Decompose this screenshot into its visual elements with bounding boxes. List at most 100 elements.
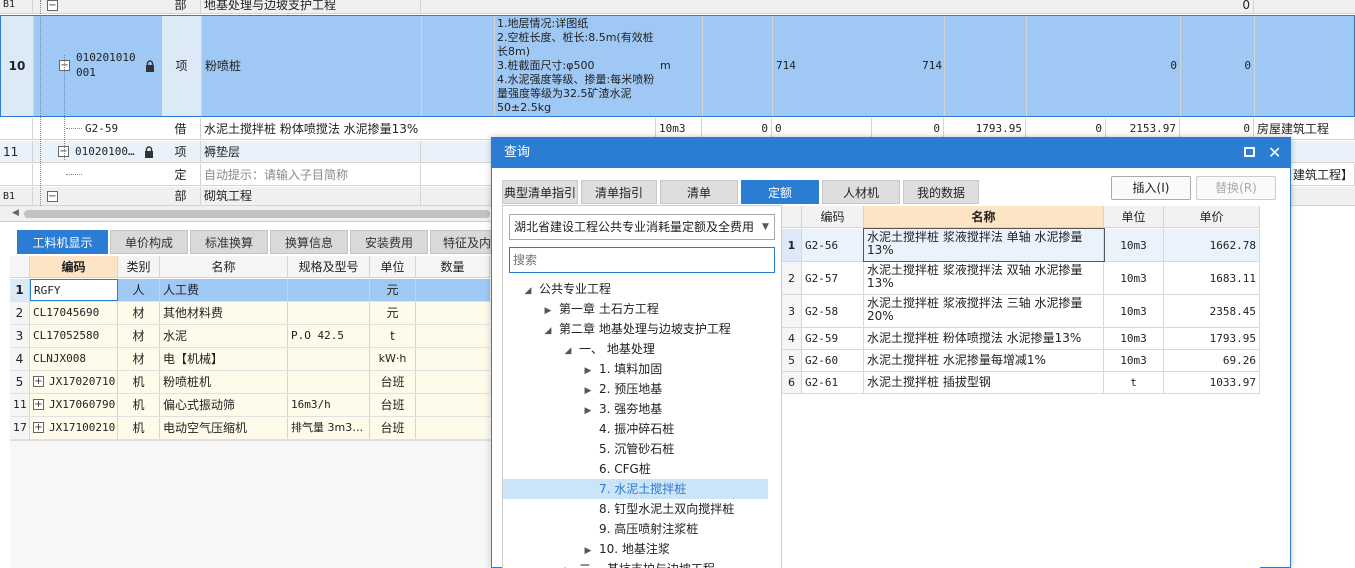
collapse-icon[interactable]: − (47, 0, 58, 11)
tree-node[interactable]: ▶ 1. 填料加固 (521, 359, 786, 379)
row-name: 地基处理与边坡支护工程 (201, 0, 421, 14)
row-code: CL17052580 (30, 325, 118, 347)
expand-icon[interactable]: + (33, 376, 44, 387)
tree-node[interactable]: ▶ 10. 地基注浆 (521, 539, 786, 559)
tab-standard-conversion[interactable]: 标准换算 (190, 230, 268, 254)
row-type: 借 (161, 118, 201, 140)
row-value: 0 (1027, 16, 1181, 116)
tree-collapse-icon[interactable]: ◢ (521, 281, 535, 301)
tab-features[interactable]: 特征及内 (430, 230, 492, 254)
row-name: 其他材料费 (160, 302, 288, 324)
row-type: 部 (161, 0, 201, 14)
horizontal-scrollbar[interactable]: ◀ (0, 206, 490, 222)
row-name[interactable]: 褥垫层 (201, 141, 421, 163)
table-row[interactable]: 11 + JX17060790 机 偏心式振动筛 16m3/h 台班 (10, 394, 490, 417)
table-row-selected[interactable]: 1 RGFY 人 人工费 元 (10, 279, 490, 302)
scrollbar-thumb[interactable] (24, 210, 490, 218)
header-code: 编码 (802, 206, 864, 228)
tree-node[interactable]: ▶ 第一章 土石方工程 (521, 299, 786, 319)
quota-library-select[interactable]: 湖北省建设工程公共专业消耗量定额及全费用基 ▼ (509, 214, 775, 240)
tree-collapse-icon[interactable]: ◢ (561, 341, 575, 361)
dialog-titlebar[interactable]: 查询 ✕ (492, 138, 1290, 168)
row-unit: t (370, 325, 416, 347)
row-category: 材 (118, 325, 160, 347)
result-row[interactable]: 4 G2-59 水泥土搅拌桩 粉体喷搅法 水泥掺量13% 10m3 1793.95 (782, 328, 1260, 350)
tab-unit-price[interactable]: 单价构成 (110, 230, 188, 254)
row-category: 机 (118, 394, 160, 416)
row-unit: 元 (370, 302, 416, 324)
tab-bill-guide[interactable]: 清单指引 (581, 180, 657, 204)
feature-line: 1.地层情况:详图纸 (497, 17, 589, 30)
row-blank (422, 16, 495, 116)
row-code: G2-56 (802, 229, 864, 261)
row-name[interactable]: 粉喷桩 (202, 16, 422, 116)
table-row[interactable]: 4 CLNJX008 材 电【机械】 kW·h (10, 348, 490, 371)
tab-typical-bill-guide[interactable]: 典型清单指引 (502, 180, 578, 204)
row-code: G2-58 (802, 295, 864, 327)
expand-icon[interactable]: + (33, 399, 44, 410)
table-row-selected[interactable]: 10 − 010201010001 项 粉喷桩 1.地层情况:详图纸 2.空桩长… (0, 15, 1355, 117)
expand-icon[interactable]: + (33, 422, 44, 433)
result-row[interactable]: 2 G2-57 水泥土搅拌桩 浆液搅拌法 双轴 水泥掺量13% 10m3 1683.11 (782, 262, 1260, 295)
tab-labor-material-machine[interactable]: 人材机 (822, 180, 900, 204)
row-code: JX17020710 (46, 371, 118, 393)
close-icon[interactable]: ✕ (1268, 138, 1281, 168)
tree-expand-icon[interactable]: ▶ (561, 561, 575, 568)
tree-node[interactable]: ▶ 3. 强夯地基 (521, 399, 786, 419)
tree-node[interactable]: 7. 水泥土搅拌桩 (503, 479, 768, 499)
tree-expand-icon[interactable]: ▶ (541, 301, 555, 321)
table-row[interactable]: 2 CL17045690 材 其他材料费 元 (10, 302, 490, 325)
row-name: 水泥土搅拌桩 浆液搅拌法 单轴 水泥掺量13% (863, 228, 1105, 262)
table-row[interactable]: 17 + JX17100210 机 电动空气压缩机 排气量 3m3… 台班 (10, 417, 490, 440)
row-code: G2-59 (85, 122, 119, 135)
table-row[interactable]: B1 − 部 地基处理与边坡支护工程 0 (0, 0, 1355, 14)
tree-node[interactable]: ◢ 公共专业工程 (521, 279, 786, 299)
result-row[interactable]: 1 G2-56 水泥土搅拌桩 浆液搅拌法 单轴 水泥掺量13% 10m3 1662.78 (782, 228, 1260, 262)
scroll-left-icon[interactable]: ◀ (12, 208, 19, 218)
result-row[interactable]: 5 G2-60 水泥土搅拌桩 水泥掺量每增减1% 10m3 69.26 (782, 350, 1260, 372)
tree-node[interactable]: 5. 沉管砂石桩 (521, 439, 786, 459)
row-code: G2-59 (802, 328, 864, 349)
tree-collapse-icon[interactable]: ◢ (541, 321, 555, 341)
tab-conversion-info[interactable]: 换算信息 (270, 230, 348, 254)
table-row[interactable]: 5 + JX17020710 机 粉喷桩机 台班 (10, 371, 490, 394)
tree-node[interactable]: 6. CFG桩 (521, 459, 786, 479)
row-number: 17 (10, 417, 30, 439)
auto-hint-input[interactable]: 自动提示：请输入子目简称 (201, 164, 421, 186)
tree-node[interactable]: 9. 高压喷射注浆桩 (521, 519, 786, 539)
tree-node-label: 8. 钉型水泥土双向搅拌桩 (599, 502, 735, 516)
tree-node-label: 5. 沉管砂石桩 (599, 442, 675, 456)
tree-node[interactable]: ◢ 一、 地基处理 (521, 339, 786, 359)
tab-material-machine[interactable]: 工料机显示 (17, 230, 108, 254)
tree-node-label: 二、 基坑支护与边坡工程 (579, 562, 715, 568)
tree-node[interactable]: 4. 振冲碎石桩 (521, 419, 786, 439)
tree-node[interactable]: ◢ 第二章 地基处理与边坡支护工程 (521, 319, 786, 339)
row-spec (288, 279, 370, 301)
chevron-down-icon[interactable]: ▼ (762, 215, 769, 239)
header-unit: 单位 (1104, 206, 1164, 228)
collapse-icon[interactable]: − (47, 191, 58, 202)
result-row[interactable]: 6 G2-61 水泥土搅拌桩 插拔型钢 t 1033.97 (782, 372, 1260, 394)
tree-expand-icon[interactable]: ▶ (581, 541, 595, 561)
maximize-icon[interactable] (1244, 147, 1255, 157)
tree-node-label: 10. 地基注浆 (599, 542, 670, 556)
replace-button[interactable]: 替换(R) (1196, 176, 1276, 200)
row-spec: P.O 42.5 (288, 325, 370, 347)
tree-expand-icon[interactable]: ▶ (581, 381, 595, 401)
tree-expand-icon[interactable]: ▶ (581, 361, 595, 381)
tree-node[interactable]: ▶ 二、 基坑支护与边坡工程 (521, 559, 786, 568)
tab-bill[interactable]: 清单 (660, 180, 738, 204)
row-price: 69.26 (1164, 350, 1260, 371)
lock-icon (145, 60, 155, 72)
tab-install-fee[interactable]: 安装费用 (350, 230, 428, 254)
tree-expand-icon[interactable]: ▶ (581, 401, 595, 421)
result-row[interactable]: 3 G2-58 水泥土搅拌桩 浆液搅拌法 三轴 水泥掺量20% 10m3 2358.45 (782, 295, 1260, 328)
tree-node[interactable]: ▶ 2. 预压地基 (521, 379, 786, 399)
row-code[interactable]: RGFY (30, 279, 118, 301)
tab-my-data[interactable]: 我的数据 (903, 180, 979, 204)
tab-quota[interactable]: 定额 (741, 180, 819, 204)
insert-button[interactable]: 插入(I) (1111, 176, 1191, 200)
search-input[interactable] (509, 247, 775, 273)
tree-node[interactable]: 8. 钉型水泥土双向搅拌桩 (521, 499, 786, 519)
table-row[interactable]: 3 CL17052580 材 水泥 P.O 42.5 t (10, 325, 490, 348)
